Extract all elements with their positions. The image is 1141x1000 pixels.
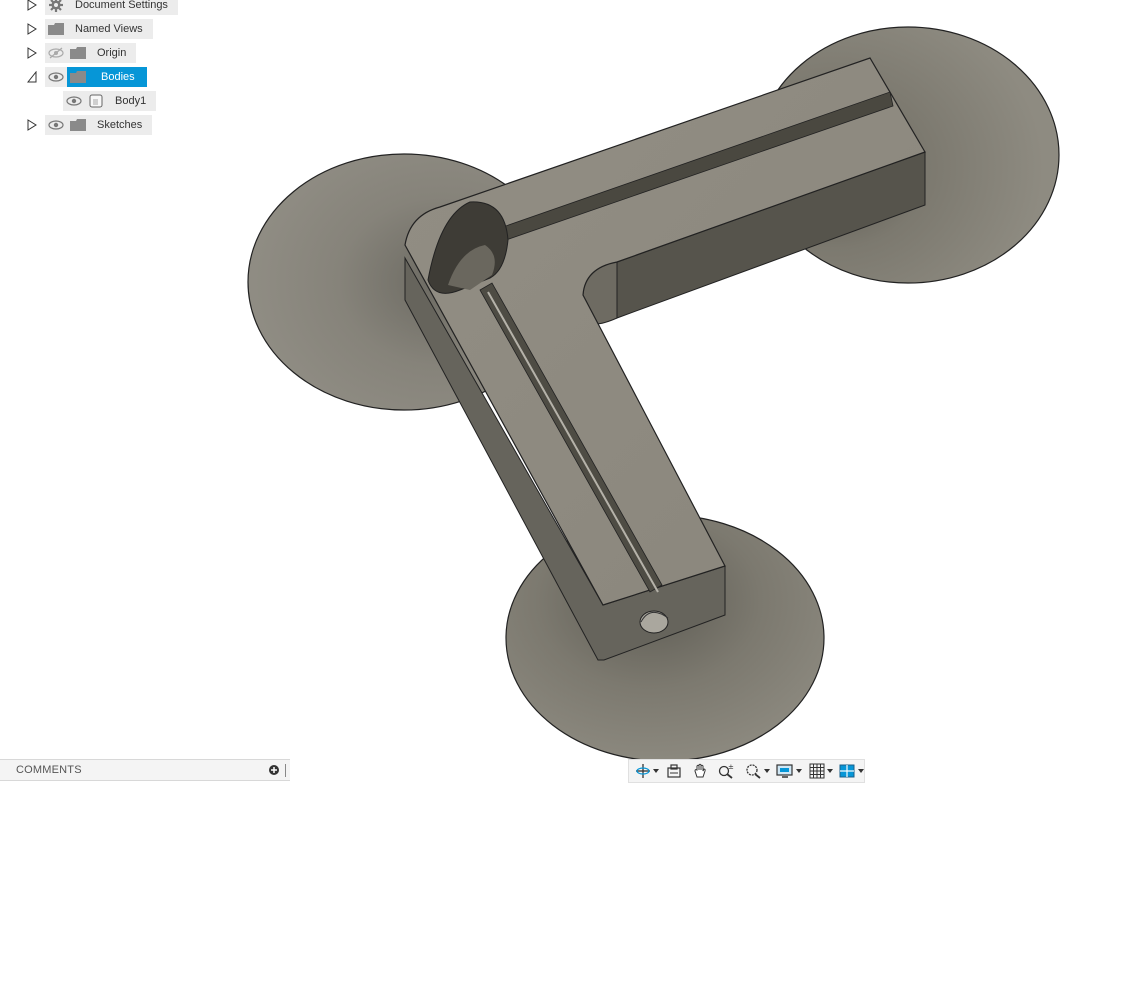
chevron-down-icon[interactable] — [763, 760, 771, 782]
eye-icon[interactable] — [63, 91, 85, 111]
folder-icon — [67, 115, 89, 135]
chevron-down-icon[interactable] — [857, 760, 864, 782]
model-render[interactable] — [0, 0, 1141, 1000]
pan-icon[interactable] — [692, 760, 708, 782]
comments-panel[interactable]: COMMENTS — [0, 759, 290, 781]
fit-icon[interactable] — [744, 760, 762, 782]
collapse-bodies[interactable] — [25, 70, 39, 84]
canvas-viewport[interactable]: Document Settings Named Views Origin Bod… — [0, 0, 1141, 1000]
expand-named-views[interactable] — [25, 22, 39, 36]
browser-item-named-views[interactable]: Named Views — [45, 19, 153, 39]
expand-sketches[interactable] — [25, 118, 39, 132]
eye-hidden-icon[interactable] — [45, 43, 67, 63]
browser-item-label: Document Settings — [75, 0, 168, 11]
gear-icon — [45, 0, 67, 15]
panel-resize-handle[interactable] — [285, 764, 290, 777]
expand-origin[interactable] — [25, 46, 39, 60]
svg-text:±: ± — [728, 763, 734, 771]
browser-item-label: Origin — [97, 47, 127, 59]
browser-item-bodies[interactable]: Bodies — [45, 67, 147, 87]
browser-item-label: Bodies — [89, 67, 147, 87]
browser-item-label: Named Views — [75, 23, 143, 35]
chevron-down-icon[interactable] — [653, 760, 660, 782]
eye-icon[interactable] — [45, 67, 67, 87]
look-at-icon[interactable] — [666, 760, 682, 782]
browser-item-sketches[interactable]: Sketches — [45, 115, 153, 135]
zoom-icon[interactable]: ± — [718, 760, 734, 782]
grid-icon[interactable] — [809, 760, 825, 782]
orbit-icon[interactable] — [635, 760, 651, 782]
end-hole — [639, 610, 669, 634]
folder-icon — [67, 67, 89, 87]
navigation-toolbar: ± — [628, 759, 865, 783]
viewports-icon[interactable] — [839, 760, 855, 782]
browser-item-origin[interactable]: Origin — [45, 43, 137, 63]
folder-icon — [67, 43, 89, 63]
folder-icon — [45, 19, 67, 39]
add-comment-icon[interactable] — [268, 764, 280, 776]
comments-title: COMMENTS — [16, 764, 82, 776]
browser-item-document-settings[interactable]: Document Settings — [45, 0, 178, 15]
arm-top-face — [404, 57, 926, 606]
expand-document-settings[interactable] — [25, 0, 39, 12]
body-icon — [85, 91, 107, 111]
browser-item-body1[interactable]: Body1 — [63, 91, 157, 111]
display-settings-icon[interactable] — [776, 760, 794, 782]
browser-item-label: Sketches — [97, 119, 143, 131]
chevron-down-icon[interactable] — [827, 760, 834, 782]
chevron-down-icon[interactable] — [796, 760, 803, 782]
browser-item-label: Body1 — [115, 95, 147, 107]
eye-icon[interactable] — [45, 115, 67, 135]
